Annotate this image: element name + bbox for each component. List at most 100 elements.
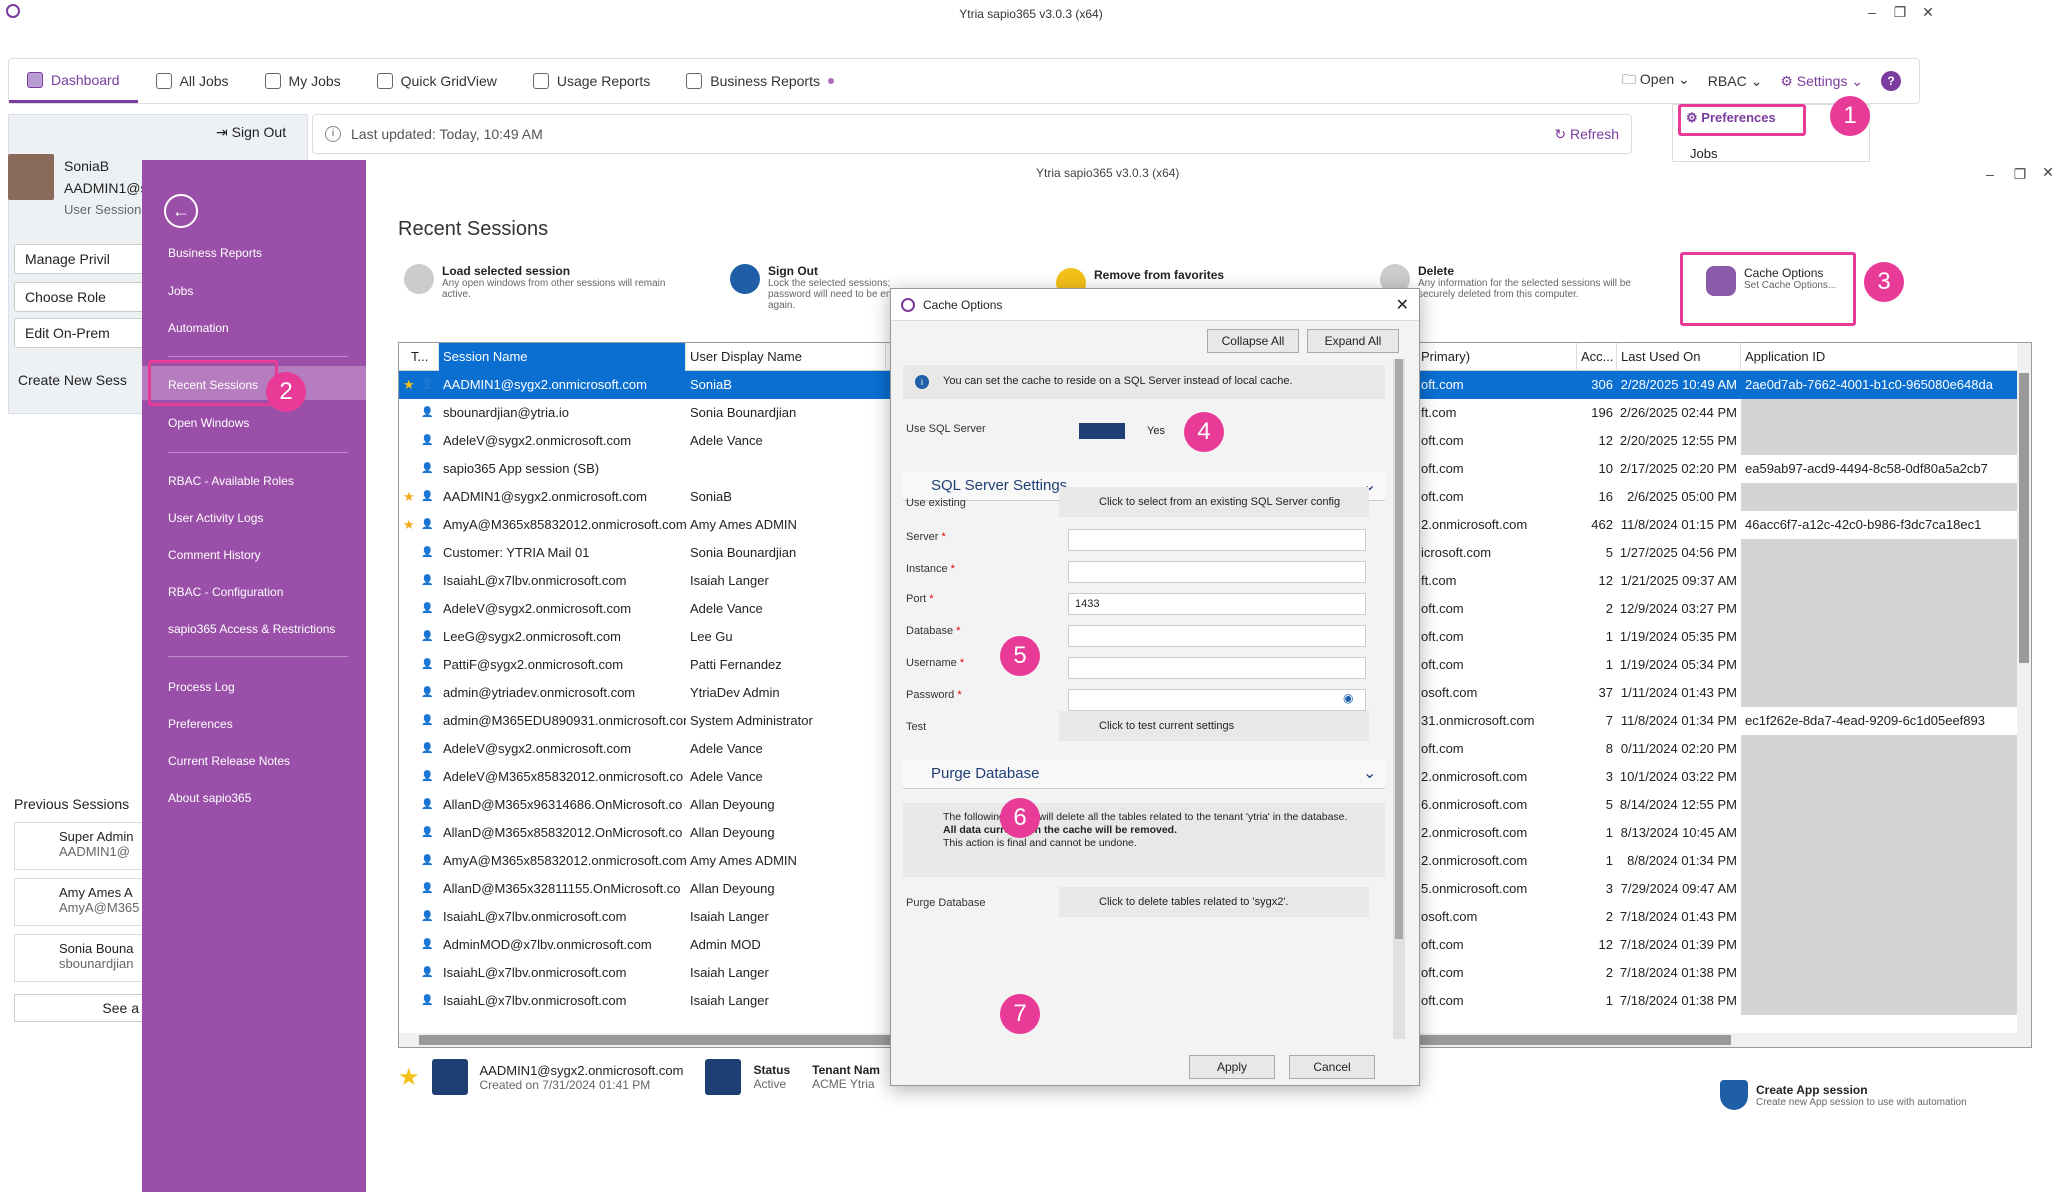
sidebar-item-jobs[interactable]: Jobs xyxy=(168,284,193,298)
close-icon[interactable]: ✕ xyxy=(1914,4,1942,21)
display-name-cell: Amy Ames ADMIN xyxy=(690,517,797,532)
password-input[interactable] xyxy=(1068,689,1366,711)
dialog-scrollbar[interactable] xyxy=(1393,359,1405,1039)
close-icon[interactable]: ✕ xyxy=(2034,164,2062,181)
choose-role-button[interactable]: Choose Role xyxy=(14,282,154,312)
action-desc: Any information for the selected session… xyxy=(1418,278,1631,300)
server-input[interactable] xyxy=(1068,529,1366,551)
purge-section-header[interactable]: Purge Database xyxy=(903,759,1385,789)
star-cell xyxy=(399,595,417,623)
see-all-button[interactable]: See a xyxy=(14,994,144,1022)
test-button[interactable]: Click to test current settings xyxy=(1059,711,1369,741)
sidebar-item-rbac-config[interactable]: RBAC - Configuration xyxy=(168,585,283,599)
star-icon: ★ xyxy=(398,1063,420,1091)
col-display-name[interactable]: User Display Name xyxy=(686,343,886,371)
scrollbar-thumb[interactable] xyxy=(1395,359,1403,939)
sidebar-item-open-windows[interactable]: Open Windows xyxy=(168,416,249,430)
minimize-icon[interactable]: – xyxy=(1976,166,2004,182)
settings-label: Settings xyxy=(1796,72,1848,89)
col-session-name[interactable]: Session Name xyxy=(439,343,686,371)
vertical-scrollbar[interactable] xyxy=(2017,343,2031,1033)
create-app-title: Create App session xyxy=(1756,1082,1868,1097)
apply-button[interactable]: Apply xyxy=(1189,1055,1275,1079)
database-input[interactable] xyxy=(1068,625,1366,647)
sidebar-item-release-notes[interactable]: Current Release Notes xyxy=(168,754,290,768)
jobs-menu-item[interactable]: Jobs xyxy=(1690,146,1717,161)
help-icon[interactable]: ? xyxy=(1881,71,1901,91)
session-name-cell: AdminMOD@x7lbv.onmicrosoft.com xyxy=(443,937,652,952)
purge-button[interactable]: Click to delete tables related to 'sygx2… xyxy=(1059,887,1369,917)
display-name-cell: YtriaDev Admin xyxy=(690,685,780,700)
star-cell xyxy=(399,679,417,707)
back-arrow-icon[interactable]: ← xyxy=(164,194,198,228)
create-app-session-button[interactable]: Create App session Create new App session… xyxy=(1720,1080,1967,1110)
col-type[interactable]: T... xyxy=(399,343,439,371)
sign-out-label: Sign Out xyxy=(231,124,287,140)
tab-dashboard[interactable]: Dashboard xyxy=(9,59,138,103)
sidebar-item-business-reports[interactable]: Business Reports xyxy=(168,246,262,260)
tab-label: All Jobs xyxy=(179,73,229,89)
tenant-value: ACME Ytria xyxy=(812,1077,875,1091)
cancel-button[interactable]: Cancel xyxy=(1289,1055,1375,1079)
delete-action[interactable]: Delete Any information for the selected s… xyxy=(1380,264,1658,300)
manage-privileges-button[interactable]: Manage Privil xyxy=(14,244,154,274)
prev-session-name: Sonia Bouna xyxy=(59,941,134,956)
use-existing-button[interactable]: Click to select from an existing SQL Ser… xyxy=(1059,487,1369,517)
sidebar-item-preferences[interactable]: Preferences xyxy=(168,717,233,731)
application-id-cell xyxy=(1741,931,2021,959)
col-primary[interactable]: Primary) xyxy=(1417,343,1577,371)
minimize-icon[interactable]: – xyxy=(1858,4,1886,20)
username-input[interactable] xyxy=(1068,657,1366,679)
accesses-cell: 12 xyxy=(1598,937,1613,952)
previous-session-item[interactable]: Sonia Bouna sbounardjian xyxy=(14,934,144,982)
use-sql-toggle[interactable] xyxy=(1079,423,1125,439)
tab-all-jobs[interactable]: All Jobs xyxy=(138,59,247,103)
col-accesses[interactable]: Acc... xyxy=(1577,343,1617,371)
previous-session-item[interactable]: Super Admin AADMIN1@ xyxy=(14,822,144,870)
sign-out-button[interactable]: ⇥ Sign Out xyxy=(216,124,286,141)
expand-all-button[interactable]: Expand All xyxy=(1307,329,1399,353)
sidebar-item-automation[interactable]: Automation xyxy=(168,321,229,335)
database-label: Database * xyxy=(906,625,961,637)
scrollbar-thumb[interactable] xyxy=(2019,373,2029,663)
callout-badge: 6 xyxy=(1000,798,1040,838)
type-icon: 👤 xyxy=(421,855,434,866)
restore-icon[interactable]: ❐ xyxy=(1886,4,1914,21)
collapse-all-button[interactable]: Collapse All xyxy=(1207,329,1299,353)
top-navigation: Dashboard All Jobs My Jobs Quick GridVie… xyxy=(8,58,1920,104)
sidebar-item-user-activity[interactable]: User Activity Logs xyxy=(168,511,263,525)
dialog-close-icon[interactable]: ✕ xyxy=(1396,295,1409,315)
refresh-button[interactable]: ↻ Refresh xyxy=(1554,126,1619,143)
type-icon: 👤 xyxy=(421,379,434,390)
avatar xyxy=(8,154,54,200)
sidebar-item-about[interactable]: About sapio365 xyxy=(168,791,251,805)
restore-icon[interactable]: ❐ xyxy=(2006,166,2034,183)
instance-input[interactable] xyxy=(1068,561,1366,583)
sidebar-item-access-restrictions[interactable]: sapio365 Access & Restrictions xyxy=(168,622,335,636)
col-last-used[interactable]: Last Used On xyxy=(1617,343,1741,371)
previous-session-item[interactable]: Amy Ames A AmyA@M365 xyxy=(14,878,144,926)
tab-quick-gridview[interactable]: Quick GridView xyxy=(359,59,515,103)
chevron-down-icon[interactable]: ⌄ xyxy=(1363,763,1376,783)
col-application-id[interactable]: Application ID xyxy=(1741,343,2021,371)
tab-my-jobs[interactable]: My Jobs xyxy=(247,59,359,103)
application-id-cell xyxy=(1741,875,2021,903)
load-session-action[interactable]: Load selected session Any open windows fr… xyxy=(404,264,682,300)
primary-cell: ft.com xyxy=(1421,573,1457,588)
settings-menu[interactable]: ⚙ Settings ⌄ xyxy=(1780,73,1863,90)
rbac-menu[interactable]: RBAC ⌄ xyxy=(1708,73,1763,90)
sidebar-item-rbac-roles[interactable]: RBAC - Available Roles xyxy=(168,474,294,488)
window-title: Ytria sapio365 v3.0.3 (x64) xyxy=(959,7,1103,21)
tab-usage-reports[interactable]: Usage Reports xyxy=(515,59,668,103)
tab-business-reports[interactable]: Business Reports xyxy=(668,59,852,103)
edit-onprem-button[interactable]: Edit On-Prem xyxy=(14,318,154,348)
open-menu[interactable]: 🗀 Open ⌄ xyxy=(1622,69,1690,93)
tab-label: My Jobs xyxy=(288,73,341,89)
display-name-cell: Allan Deyoung xyxy=(690,825,775,840)
dialog-logo-icon xyxy=(901,298,915,312)
sidebar-item-process-log[interactable]: Process Log xyxy=(168,680,235,694)
eye-icon[interactable]: ◉ xyxy=(1343,691,1353,705)
sidebar-item-comment-history[interactable]: Comment History xyxy=(168,548,261,562)
port-input[interactable]: 1433 xyxy=(1068,593,1366,615)
create-new-session-button[interactable]: Create New Sess xyxy=(18,372,127,388)
